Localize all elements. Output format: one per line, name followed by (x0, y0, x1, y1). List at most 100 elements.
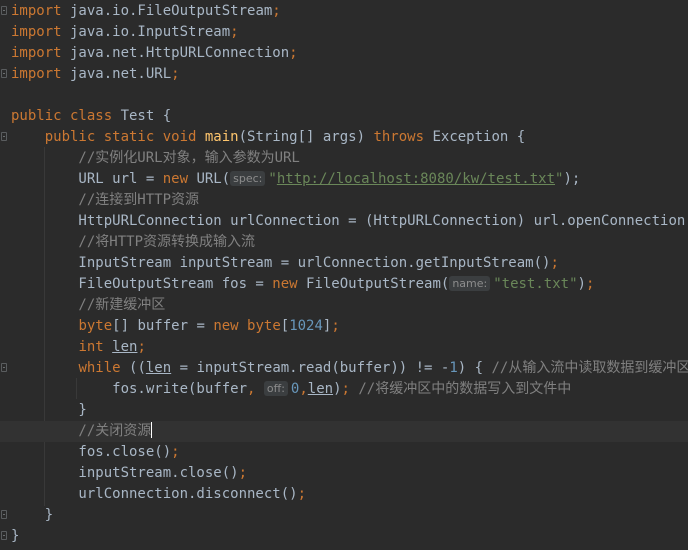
code-token: main (204, 129, 239, 145)
code-line[interactable]: HttpURLConnection urlConnection = (HttpU… (0, 211, 688, 232)
code-line[interactable]: public class Test { (0, 106, 688, 127)
code-text: while ((len = inputStream.read(buffer)) … (11, 358, 688, 379)
code-token: ); (563, 171, 581, 187)
code-line[interactable]: import java.io.FileOutputStream; (0, 1, 688, 22)
text-caret (151, 422, 153, 438)
code-token: java.io.FileOutputStream (61, 3, 273, 19)
fold-marker-icon[interactable] (1, 363, 7, 372)
code-line[interactable]: byte[] buffer = new byte[1024]; (0, 316, 688, 337)
fold-marker-icon[interactable] (1, 6, 7, 15)
code-line[interactable]: } (0, 526, 688, 547)
code-line[interactable]: URL url = new URL(spec: "http://localhost… (0, 169, 688, 190)
code-text: //实例化URL对象，输入参数为URL (11, 148, 300, 169)
code-text: import java.io.FileOutputStream; (11, 1, 281, 22)
code-token: import (11, 3, 62, 19)
code-line[interactable]: //将HTTP资源转换成输入流 (0, 232, 688, 253)
fold-marker-icon[interactable] (1, 510, 7, 519)
code-line[interactable]: //连接到HTTP资源 (0, 190, 688, 211)
code-token: new byte (213, 318, 281, 334)
code-token: ) (333, 381, 342, 397)
code-token: ; (341, 381, 359, 397)
code-comment: //实例化URL对象，输入参数为URL (11, 150, 300, 166)
code-line[interactable]: int len; (0, 337, 688, 358)
code-token: len (307, 381, 334, 397)
code-line[interactable]: import java.io.InputStream; (0, 22, 688, 43)
code-token: HttpURLConnection urlConnection = (HttpU… (11, 213, 688, 229)
code-token: Test { (120, 108, 172, 124)
code-token: len (145, 360, 172, 376)
code-token: public class (11, 108, 121, 124)
code-line[interactable]: //实例化URL对象，输入参数为URL (0, 148, 688, 169)
code-line[interactable]: fos.close(); (0, 442, 688, 463)
code-text: import java.io.InputStream; (11, 22, 239, 43)
code-token: ; (238, 465, 248, 481)
parameter-hint: off: (263, 381, 288, 396)
parameter-hint: spec: (230, 171, 266, 186)
code-token: (String[] args) (238, 129, 374, 145)
code-token: new (272, 276, 307, 292)
code-editor[interactable]: import java.io.FileOutputStream; import j… (0, 0, 688, 550)
code-text: //关闭资源 (11, 421, 153, 442)
code-token: int (78, 339, 113, 355)
code-token: ; (230, 24, 239, 40)
code-token: import (11, 24, 62, 40)
code-line[interactable] (0, 85, 688, 106)
code-token: ; (272, 3, 281, 19)
code-token: ; (331, 318, 340, 334)
code-line[interactable]: FileOutputStream fos = new FileOutputStr… (0, 274, 688, 295)
code-token: FileOutputStream( (306, 276, 450, 292)
code-text: HttpURLConnection urlConnection = (HttpU… (11, 211, 688, 232)
code-token: } (11, 507, 54, 523)
code-token: inputStream.close() (11, 465, 239, 481)
code-token: len (112, 339, 138, 355)
code-text: FileOutputStream fos = new FileOutputStr… (11, 274, 594, 295)
code-token: } (11, 402, 87, 418)
code-line[interactable]: import java.net.URL; (0, 64, 688, 85)
url-link[interactable]: http://localhost:8080/kw/test.txt (277, 171, 555, 187)
code-line[interactable]: import java.net.HttpURLConnection; (0, 43, 688, 64)
fold-marker-icon[interactable] (1, 69, 7, 78)
code-token: InputStream inputStream = urlConnection.… (11, 255, 551, 271)
code-line[interactable]: public static void main(String[] args) t… (0, 127, 688, 148)
code-token: byte (78, 318, 113, 334)
code-token: 1 (449, 360, 458, 376)
code-token: URL( (196, 171, 231, 187)
code-token: URL url = (11, 171, 163, 187)
code-token: java.io.InputStream (61, 24, 231, 40)
code-token: ; (550, 255, 559, 271)
code-token: ; (171, 444, 180, 460)
code-comment: //关闭资源 (11, 423, 152, 439)
code-token: 1024 (289, 318, 323, 334)
code-token: ; (297, 486, 307, 502)
code-line[interactable]: while ((len = inputStream.read(buffer)) … (0, 358, 688, 379)
code-line[interactable]: fos.write(buffer, off: 0,len); //将缓冲区中的数据… (0, 379, 688, 400)
code-line[interactable]: inputStream.close(); (0, 463, 688, 484)
code-comment: //从输入流中读取数据到缓冲区中 (491, 360, 688, 376)
code-token: ) (577, 276, 586, 292)
code-line[interactable]: //新建缓冲区 (0, 295, 688, 316)
code-line[interactable]: //关闭资源 (0, 421, 688, 442)
code-token: throws (373, 129, 433, 145)
fold-marker-icon[interactable] (1, 132, 7, 141)
code-comment: //连接到HTTP资源 (11, 192, 200, 208)
code-line[interactable]: } (0, 400, 688, 421)
code-line[interactable]: } (0, 505, 688, 526)
fold-marker-icon[interactable] (1, 531, 7, 540)
code-token: fos.close() (11, 444, 172, 460)
code-comment: //新建缓冲区 (11, 297, 166, 313)
code-line[interactable]: InputStream inputStream = urlConnection.… (0, 253, 688, 274)
code-token: } (11, 528, 20, 544)
code-token: fos.write(buffer (11, 381, 248, 397)
code-text: byte[] buffer = new byte[1024]; (11, 316, 340, 337)
code-text: import java.net.HttpURLConnection; (11, 43, 298, 64)
code-token: ; (585, 276, 595, 292)
code-line[interactable]: urlConnection.disconnect(); (0, 484, 688, 505)
code-token: "test.txt" (493, 276, 578, 292)
code-token: while (78, 360, 130, 376)
code-token: FileOutputStream fos = (11, 276, 273, 292)
code-comment: //将HTTP资源转换成输入流 (11, 234, 256, 250)
code-token: new (162, 171, 197, 187)
